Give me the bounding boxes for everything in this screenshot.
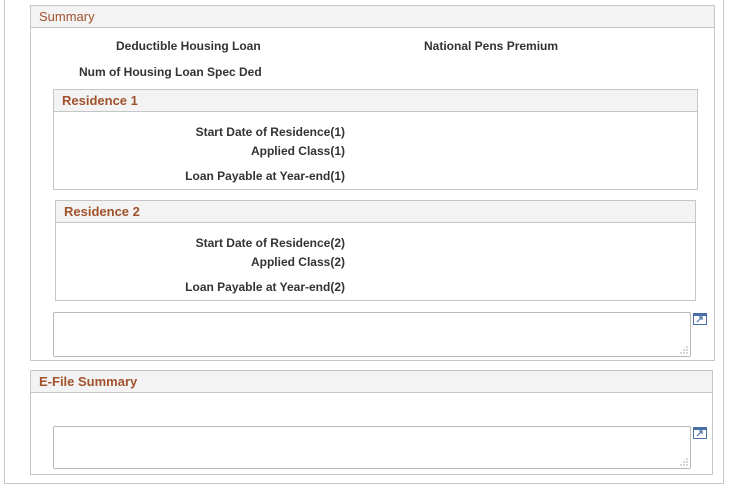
residence-1-title: Residence 1 <box>62 93 138 108</box>
resize-grip-icon[interactable] <box>680 346 688 354</box>
summary-title: Summary <box>39 9 95 24</box>
national-pens-premium-label: National Pens Premium <box>424 39 559 53</box>
summary-notes-textarea[interactable] <box>53 312 691 357</box>
applied-class-1-label: Applied Class(1) <box>250 144 345 158</box>
summary-header: Summary <box>31 6 714 28</box>
expand-textarea-icon[interactable] <box>693 313 707 325</box>
residence-2-header: Residence 2 <box>56 201 695 223</box>
start-date-residence-2-label: Start Date of Residence(2) <box>195 236 345 250</box>
start-date-residence-1-label: Start Date of Residence(1) <box>195 125 345 139</box>
residence-1-group: Residence 1 <box>53 89 698 190</box>
efile-summary-textarea[interactable] <box>53 426 691 469</box>
resize-grip-icon[interactable] <box>680 458 688 466</box>
residence-2-group: Residence 2 <box>55 200 696 301</box>
efile-summary-header: E-File Summary <box>31 371 712 393</box>
loan-payable-year-end-1-label: Loan Payable at Year-end(1) <box>185 169 345 183</box>
loan-payable-year-end-2-label: Loan Payable at Year-end(2) <box>185 280 345 294</box>
deductible-housing-loan-label: Deductible Housing Loan <box>116 39 261 53</box>
expand-textarea-icon[interactable] <box>693 427 707 439</box>
residence-1-header: Residence 1 <box>54 90 697 112</box>
applied-class-2-label: Applied Class(2) <box>250 255 345 269</box>
num-housing-loan-spec-ded-label: Num of Housing Loan Spec Ded <box>79 65 262 79</box>
efile-summary-title: E-File Summary <box>39 374 138 389</box>
residence-2-title: Residence 2 <box>64 204 140 219</box>
